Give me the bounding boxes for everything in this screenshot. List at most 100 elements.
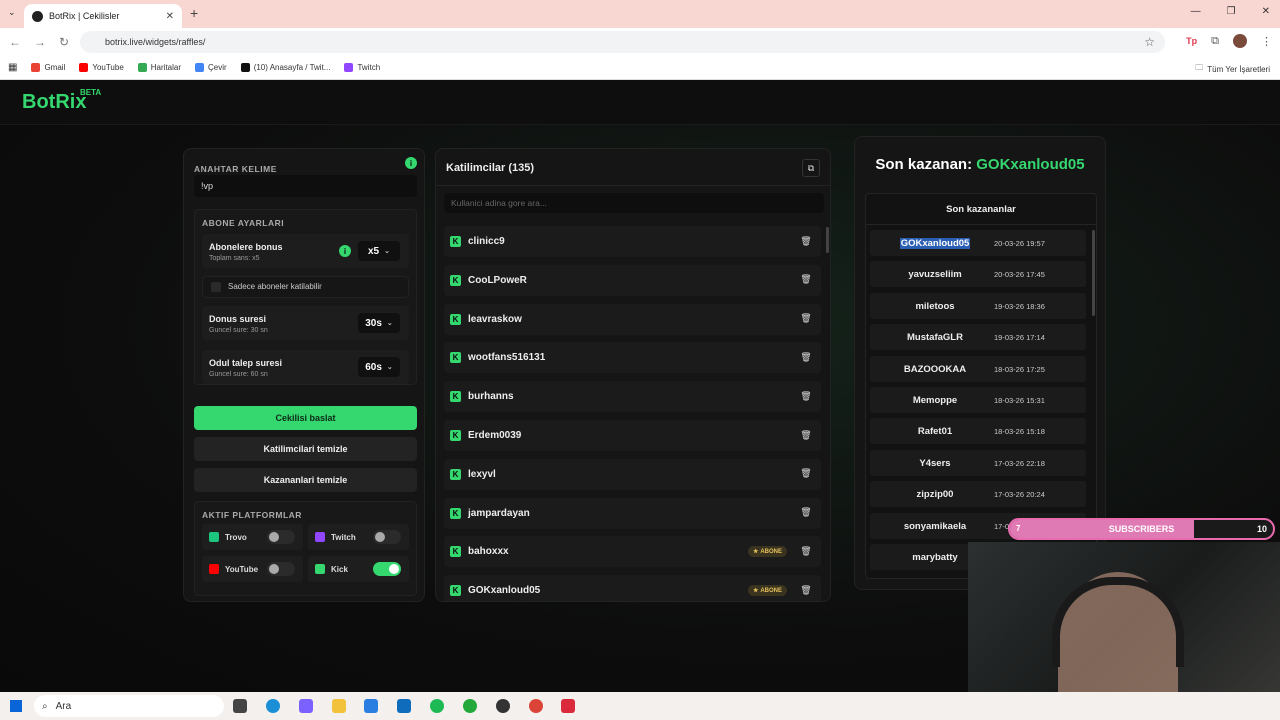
forward-icon[interactable]: → — [34, 35, 50, 49]
winner-date: 17-03-26 22:18 — [994, 458, 1045, 468]
new-tab-icon[interactable]: + — [190, 5, 198, 21]
bonus-time-row: Donus suresi Guncel sure: 30 sn 30s ⌄ — [202, 306, 409, 340]
windows-start-icon[interactable] — [10, 700, 22, 712]
platform-toggle[interactable] — [267, 530, 295, 544]
reload-icon[interactable]: ↻ — [59, 35, 75, 49]
taskbar-search[interactable]: ⌕ Ara — [34, 695, 224, 717]
claim-time-select[interactable]: 60s ⌄ — [358, 357, 400, 377]
bonus-time-select[interactable]: 30s ⌄ — [358, 313, 400, 333]
bookmark-item[interactable]: Haritalar — [137, 63, 181, 72]
only-subs-checkbox[interactable] — [211, 282, 221, 292]
headphones — [1052, 577, 1184, 667]
participant-row: Klexyvl 🗑 — [444, 458, 821, 490]
store-icon[interactable] — [364, 699, 378, 713]
claim-time-value: 60s — [365, 361, 382, 373]
bookmark-star-icon[interactable]: ☆ — [1144, 35, 1155, 49]
platform-toggle[interactable] — [373, 562, 401, 576]
extensions-puzzle-icon[interactable]: ⧉ — [1211, 35, 1219, 48]
menu-dots-icon[interactable]: ⋮ — [1261, 35, 1272, 48]
copy-icon[interactable]: ⧉ — [802, 159, 820, 177]
participant-name: lexyvl — [468, 468, 496, 480]
browser-tab[interactable]: BotRix | Cekilisler ✕ — [24, 4, 182, 28]
delete-icon[interactable]: 🗑 — [799, 234, 813, 248]
minimize-icon[interactable]: — — [1191, 6, 1201, 17]
winner-name: BAZOOOKAA — [903, 363, 967, 375]
apps-grid-icon[interactable]: ▦ — [8, 62, 17, 73]
winner-row: GOKxanloud05 20-03-26 19:57 — [870, 230, 1086, 256]
subscriber-badge-label: ABONE — [760, 587, 782, 594]
info-icon[interactable]: i — [405, 157, 417, 169]
winners-list-title: Son kazananlar — [946, 204, 1016, 215]
file-explorer-icon[interactable] — [332, 699, 346, 713]
kick-icon: K — [450, 585, 461, 597]
task-view-icon[interactable] — [233, 699, 247, 713]
participant-name: leavraskow — [468, 313, 522, 325]
tab-search-chevron-icon[interactable]: ⌄ — [8, 7, 16, 18]
bookmark-item[interactable]: Twitch — [344, 63, 380, 72]
messenger-icon[interactable] — [463, 699, 477, 713]
url-field[interactable]: botrix.live/widgets/raffles/ ☆ — [80, 31, 1165, 53]
bookmark-favicon-icon — [240, 63, 250, 72]
all-bookmarks[interactable]: 🗀 Tüm Yer İşaretleri — [1195, 62, 1270, 76]
chevron-down-icon: ⌄ — [386, 320, 393, 327]
close-tab-icon[interactable]: ✕ — [166, 11, 174, 22]
delete-icon[interactable]: 🗑 — [799, 312, 813, 326]
participants-panel: Katilimcilar (135) ⧉ Kullanici adina gor… — [435, 148, 831, 602]
keyword-label: ANAHTAR KELIME — [194, 164, 277, 174]
obs-icon[interactable] — [496, 699, 510, 713]
winner-name: marybatty — [912, 552, 958, 563]
start-raffle-button[interactable]: Cekilisi baslat — [194, 406, 417, 430]
participants-scrollbar[interactable] — [826, 227, 829, 253]
copilot-icon[interactable] — [299, 699, 313, 713]
sub-bonus-info-icon[interactable]: i — [339, 245, 351, 257]
platform-toggle[interactable] — [373, 530, 401, 544]
restore-icon[interactable]: ❐ — [1227, 6, 1236, 17]
bookmark-label: (10) Anasayfa / Twit... — [253, 63, 331, 72]
delete-icon[interactable]: 🗑 — [799, 583, 813, 597]
winner-name-cell: BAZOOOKAA — [870, 364, 1000, 375]
clear-winners-button[interactable]: Kazananlari temizle — [194, 468, 417, 492]
beta-badge: BETA — [80, 88, 102, 97]
delete-icon[interactable]: 🗑 — [799, 467, 813, 481]
only-subs-label: Sadece aboneler katilabilir — [228, 282, 322, 291]
winner-date: 19-03-26 18:36 — [994, 301, 1045, 311]
winner-name: miletoos — [915, 300, 955, 312]
bookmark-item[interactable]: Gmail — [31, 63, 65, 72]
delete-icon[interactable]: 🗑 — [799, 506, 813, 520]
bookmark-item[interactable]: (10) Anasayfa / Twit... — [240, 63, 331, 72]
close-window-icon[interactable]: ✕ — [1262, 6, 1270, 17]
chrome-icon[interactable] — [529, 699, 543, 713]
winner-date: 18-03-26 15:18 — [994, 427, 1045, 437]
spotify-icon[interactable] — [430, 699, 444, 713]
subscribers-goal: 10 — [1256, 524, 1267, 534]
delete-icon[interactable]: 🗑 — [799, 544, 813, 558]
profile-avatar[interactable] — [1233, 34, 1247, 48]
bookmark-item[interactable]: YouTube — [79, 63, 124, 72]
winner-date: 18-03-26 17:25 — [994, 364, 1045, 374]
delete-icon[interactable]: 🗑 — [799, 389, 813, 403]
back-icon[interactable]: ← — [9, 35, 25, 49]
clear-participants-button[interactable]: Katilimcilari temizle — [194, 437, 417, 461]
platform-name: Twitch — [331, 532, 356, 542]
edge-icon[interactable] — [266, 699, 280, 713]
participant-row: Kwootfans516131 🗑 — [444, 342, 821, 374]
kick-icon: K — [450, 391, 461, 403]
bookmark-label: Twitch — [357, 63, 381, 72]
bookmark-item[interactable]: Çevir — [195, 63, 227, 72]
winners-scrollbar[interactable] — [1092, 230, 1095, 316]
keyword-input[interactable]: !vp — [194, 175, 417, 197]
mail-icon[interactable] — [397, 699, 411, 713]
winner-name-cell: yavuzseliim — [870, 269, 1000, 280]
participant-search-input[interactable]: Kullanici adina gore ara... — [444, 193, 824, 213]
delete-icon[interactable]: 🗑 — [799, 428, 813, 442]
delete-icon[interactable]: 🗑 — [799, 350, 813, 364]
sub-bonus-select[interactable]: x5 ⌄ — [358, 241, 400, 261]
vivaldi-icon[interactable] — [561, 699, 575, 713]
participant-row: K CooLPoweR 🗑 — [444, 264, 821, 296]
only-subs-row[interactable]: Sadece aboneler katilabilir — [202, 276, 409, 298]
delete-icon[interactable]: 🗑 — [799, 273, 813, 287]
platform-toggle[interactable] — [267, 562, 295, 576]
botrix-logo[interactable]: BotRix BETA — [22, 88, 101, 114]
chevron-down-icon: ⌄ — [386, 364, 393, 371]
extension-icon[interactable]: Tp — [1186, 36, 1197, 46]
